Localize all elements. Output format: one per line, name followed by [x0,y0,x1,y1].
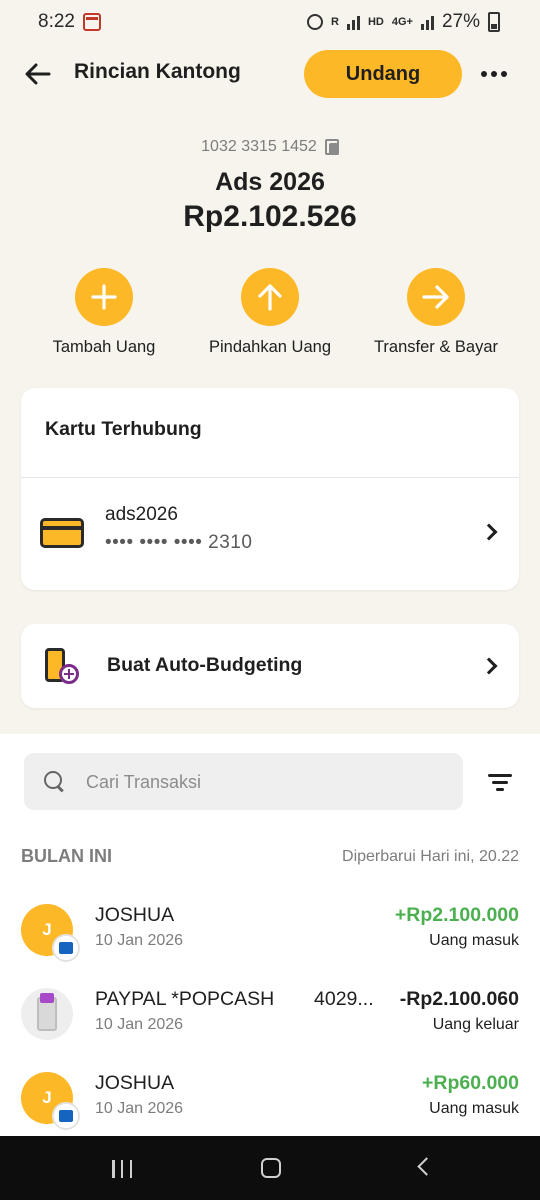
back-button[interactable] [22,58,54,90]
filter-button[interactable] [484,770,516,794]
search-bar[interactable] [24,753,463,810]
section-header: BULAN INI Diperbarui Hari ini, 20.22 [21,846,519,867]
arrow-left-icon [25,63,51,85]
card-name: ads2026 [105,504,178,525]
transactions-sheet: BULAN INI Diperbarui Hari ini, 20.22 J J… [0,734,540,1136]
chevron-right-icon [480,657,498,675]
payment-terminal-icon [37,993,57,1031]
linked-card-title: Kartu Terhubung [45,418,202,440]
credit-card-icon [40,518,84,548]
transfer-pay-button[interactable]: Transfer & Bayar [351,268,521,357]
section-title: BULAN INI [21,846,112,866]
app-header: Rincian Kantong Undang [0,48,540,100]
roaming-label: R [331,16,339,28]
transaction-row[interactable]: J JOSHUA 10 Jan 2026 +Rp2.100.000 Uang m… [0,900,540,984]
filter-line [492,781,508,784]
more-dot-icon [501,71,507,77]
bank-logo-icon [52,1102,80,1130]
merchant-avatar [21,988,73,1040]
pocket-balance: Rp2.102.526 [183,200,357,233]
auto-budget-icon [45,648,79,684]
transaction-reference: 4029... [314,988,374,1010]
more-dot-icon [481,71,487,77]
signal-icon-2 [420,14,434,30]
account-number-row: 1032 3315 1452 [0,138,540,156]
chevron-right-icon [480,523,498,541]
status-time: 8:22 [38,11,75,32]
status-left: 8:22 [38,11,101,33]
system-back-button[interactable] [417,1157,436,1176]
move-money-button[interactable]: Pindahkan Uang [185,268,355,357]
transaction-name: JOSHUA [95,1072,175,1094]
transaction-amount: +Rp2.100.000 [394,904,519,926]
signal-icon [346,14,360,30]
auto-budgeting-button[interactable]: Buat Auto-Budgeting [21,624,519,708]
page-title: Rincian Kantong [74,60,241,83]
battery-icon [488,12,500,32]
transaction-date: 10 Jan 2026 [95,1100,184,1117]
action-circle [75,268,133,326]
action-circle [407,268,465,326]
filter-line [496,788,504,791]
account-number: 1032 3315 1452 [201,138,317,155]
copy-icon[interactable] [324,139,339,155]
recents-icon [120,1160,124,1178]
status-right: R HD 4G+ 27% [307,11,500,33]
transaction-type: Uang masuk [429,1100,519,1117]
card-number: •••• •••• •••• 2310 [105,532,253,553]
hd-label: HD [367,16,384,28]
transaction-row[interactable]: PAYPAL *POPCASH 4029... 10 Jan 2026 -Rp2… [0,984,540,1068]
calendar-notification-icon [82,13,101,31]
system-nav-bar [0,1136,540,1200]
add-money-button[interactable]: Tambah Uang [19,268,189,357]
transaction-date: 10 Jan 2026 [95,1016,184,1033]
plus-badge-icon [59,664,79,684]
linked-card-row[interactable]: ads2026 •••• •••• •••• 2310 [21,478,519,590]
recents-icon [112,1160,115,1178]
transaction-date: 10 Jan 2026 [95,932,184,949]
plus-icon [91,284,117,310]
more-dot-icon [491,71,497,77]
recents-icon [129,1160,132,1178]
status-bar: 8:22 R HD 4G+ 27% [0,0,540,44]
invite-button[interactable]: Undang [304,50,462,98]
transfer-pay-label: Transfer & Bayar [373,338,499,356]
transaction-name: PAYPAL *POPCASH [95,988,275,1010]
transaction-type: Uang keluar [432,1016,519,1033]
move-money-label: Pindahkan Uang [208,338,331,356]
updated-time: Diperbarui Hari ini, 20.22 [342,847,519,865]
more-options-button[interactable] [478,60,510,88]
battery-percent: 27% [441,11,480,32]
pocket-name: Ads 2026 [215,168,325,196]
search-icon [44,771,64,791]
home-button[interactable] [261,1158,281,1178]
auto-budgeting-label: Buat Auto-Budgeting [107,654,303,676]
search-input[interactable] [86,769,446,795]
add-money-label: Tambah Uang [52,338,156,356]
transaction-amount: -Rp2.100.060 [399,988,519,1010]
filter-line [488,774,512,777]
transaction-type: Uang masuk [429,932,519,949]
arrow-right-icon [422,285,449,309]
alarm-icon [307,14,324,30]
transaction-amount: +Rp60.000 [421,1072,519,1094]
arrow-up-icon [258,284,282,311]
recents-button[interactable] [112,1160,132,1178]
bank-logo-icon [52,934,80,962]
network-label: 4G+ [391,16,413,28]
transaction-name: JOSHUA [95,904,175,926]
action-circle [241,268,299,326]
linked-card-panel: Kartu Terhubung ads2026 •••• •••• •••• 2… [21,388,519,590]
